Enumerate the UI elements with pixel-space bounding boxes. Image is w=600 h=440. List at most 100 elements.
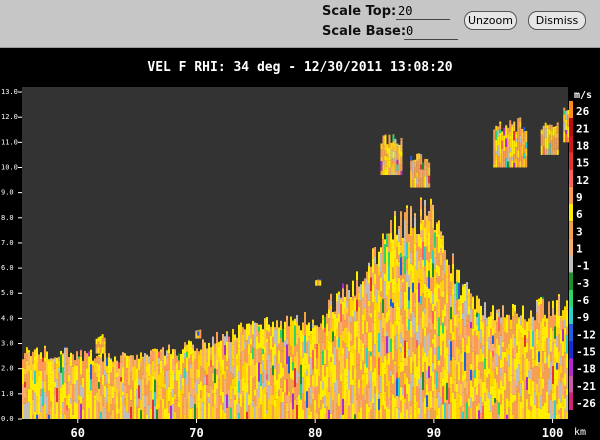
echo-cell [374, 409, 376, 419]
echo-cell [50, 401, 52, 408]
echo-cell [314, 325, 316, 327]
colorbar-swatch [569, 186, 573, 204]
echo-cell [410, 207, 412, 228]
echo-cell [448, 276, 450, 288]
echo-cell [426, 350, 428, 357]
echo-cell [342, 341, 344, 348]
echo-cell [252, 358, 254, 379]
echo-cell [236, 364, 238, 375]
echo-cell [444, 325, 446, 341]
echo-cell [482, 337, 484, 346]
echo-cell [28, 388, 30, 402]
echo-cell [506, 348, 508, 362]
echo-cell [290, 326, 292, 347]
echo-cell [472, 309, 474, 329]
echo-cell [272, 405, 274, 419]
echo-cell [410, 307, 412, 314]
echo-cell [478, 298, 480, 314]
rhi-plot[interactable]: 0.01.02.03.04.05.06.07.08.09.010.011.012… [0, 0, 600, 440]
echo-cell [238, 330, 240, 344]
echo-cell [374, 367, 376, 387]
echo-cell [472, 376, 474, 381]
echo-cell [434, 347, 436, 356]
echo-cell [288, 326, 290, 345]
echo-cell [536, 395, 538, 408]
echo-cell [294, 356, 296, 369]
echo-cell [302, 334, 304, 343]
echo-cell [128, 412, 130, 419]
echo-cell [394, 365, 396, 383]
echo-cell [236, 374, 238, 392]
echo-cell [426, 370, 428, 379]
echo-cell [354, 378, 356, 395]
echo-cell [208, 402, 210, 419]
echo-cell [530, 324, 532, 330]
echo-cell [296, 344, 298, 352]
echo-cell [492, 405, 494, 414]
echo-cell [430, 346, 432, 367]
echo-cell [446, 399, 448, 404]
echo-cell [500, 368, 502, 375]
echo-cell [360, 360, 362, 370]
echo-cell [90, 379, 92, 391]
echo-cell [308, 376, 310, 388]
echo-cell [424, 362, 426, 382]
echo-cell [214, 353, 216, 369]
echo-cell [374, 330, 376, 338]
echo-cell [386, 353, 388, 360]
echo-cell [336, 403, 338, 419]
echo-cell [406, 327, 408, 332]
echo-cell [346, 284, 348, 301]
echo-cell [56, 402, 58, 419]
echo-cell [432, 236, 434, 251]
echo-cell [26, 392, 28, 404]
echo-cell [452, 356, 454, 377]
echo-cell [422, 162, 425, 170]
echo-cell [78, 395, 80, 401]
echo-cell [370, 277, 372, 291]
echo-cell [62, 354, 64, 368]
echo-cell [368, 300, 370, 307]
echo-cell [372, 322, 374, 332]
echo-cell [432, 362, 434, 372]
echo-cell [32, 379, 34, 391]
echo-cell [122, 367, 124, 384]
echo-cell [532, 367, 534, 382]
echo-cell [486, 377, 488, 389]
x-tick-label: 80 [308, 426, 322, 440]
echo-cell [294, 345, 296, 357]
echo-cell [372, 302, 374, 308]
echo-cell [414, 353, 416, 362]
echo-cell [328, 391, 330, 410]
echo-cell [440, 255, 442, 266]
echo-cell [196, 348, 198, 357]
echo-cell [380, 143, 383, 150]
echo-cell [428, 211, 430, 214]
echo-cell [380, 149, 383, 157]
echo-cell [532, 316, 534, 332]
echo-cell [416, 323, 418, 333]
echo-cell [497, 126, 500, 130]
echo-cell [514, 400, 516, 419]
echo-cell [68, 381, 70, 394]
echo-cell [388, 157, 391, 161]
echo-cell [546, 125, 549, 129]
echo-cell [376, 388, 378, 400]
echo-cell [140, 410, 142, 419]
echo-cell [552, 352, 554, 367]
echo-cell [356, 299, 358, 312]
echo-cell [95, 347, 98, 354]
echo-cell [394, 335, 396, 342]
echo-cell [234, 385, 236, 396]
echo-cell [358, 379, 360, 389]
echo-cell [312, 375, 314, 386]
echo-cell [394, 360, 396, 366]
echo-cell [550, 327, 552, 341]
echo-cell [507, 161, 510, 168]
echo-cell [304, 323, 306, 336]
colorbar-swatch [569, 135, 573, 153]
echo-cell [408, 356, 410, 372]
echo-cell [412, 373, 414, 388]
echo-cell [530, 410, 532, 419]
echo-cell [132, 366, 134, 381]
